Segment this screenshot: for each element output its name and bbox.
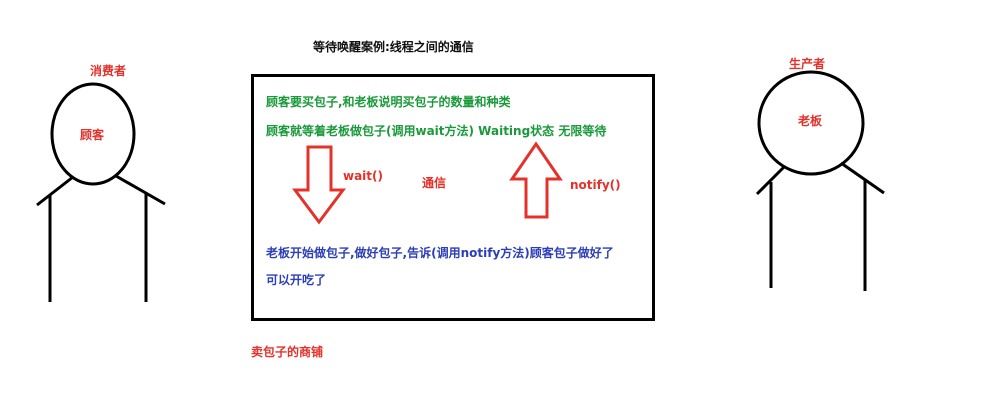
shop-caption: 卖包子的商铺 — [251, 345, 324, 359]
notify-label: notify() — [570, 178, 621, 192]
shop-line-2: 顾客就等着老板做包子(调用wait方法) Waiting状态 无限等待 — [266, 124, 607, 138]
producer-figure — [755, 70, 885, 291]
diagram-title: 等待唤醒案例:线程之间的通信 — [313, 40, 474, 54]
producer-name-label: 老板 — [798, 114, 823, 128]
consumer-name-label: 顾客 — [80, 128, 105, 142]
consumer-left-arm — [36, 175, 74, 207]
shop-line-1: 顾客要买包子,和老板说明买包子的数量和种类 — [266, 95, 511, 109]
producer-role-label: 生产者 — [789, 57, 826, 71]
wait-label: wait() — [343, 169, 384, 183]
producer-right-arm — [840, 161, 885, 195]
consumer-figure — [36, 82, 166, 302]
consumer-right-arm — [115, 174, 166, 206]
shop-line-3: 老板开始做包子,做好包子,告诉(调用notify方法)顾客包子做好了 — [266, 246, 614, 260]
consumer-role-label: 消费者 — [90, 64, 127, 78]
shop-line-4: 可以开吃了 — [266, 273, 327, 287]
communication-label: 通信 — [422, 176, 447, 190]
